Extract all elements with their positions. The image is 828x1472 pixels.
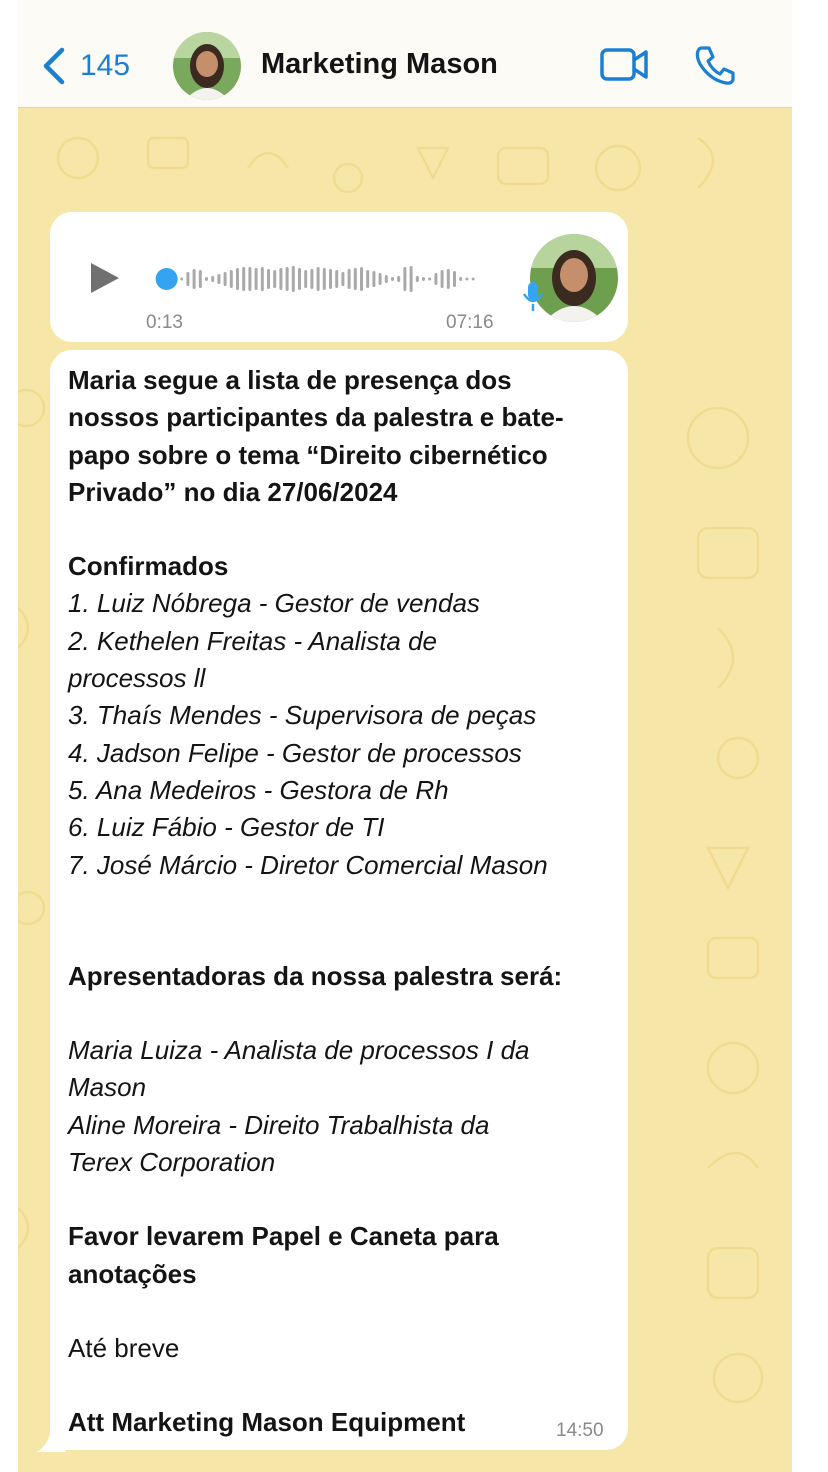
play-button[interactable] [88, 260, 122, 301]
presenters-heading: Apresentadoras da nossa palestra será: [68, 960, 563, 991]
message-timestamp: 14:50 [556, 1420, 604, 1441]
message-text: Maria segue a lista de presença dos noss… [68, 362, 616, 1442]
waveform-bar [403, 267, 407, 291]
waveform-bar [471, 277, 475, 281]
waveform-bar [372, 271, 376, 287]
waveform-bar [322, 268, 326, 290]
waveform-bar [428, 277, 432, 281]
waveform-bar [310, 269, 314, 289]
audio-waveform[interactable] [146, 262, 506, 301]
screen-margin [792, 0, 828, 1472]
waveform-bar [242, 267, 246, 291]
waveform-bar [205, 277, 208, 281]
waveform-bar [422, 277, 425, 281]
participant-line: 2. Kethelen Freitas - Analista de [68, 625, 438, 656]
waveform-bar [465, 277, 469, 281]
request-line: anotações [68, 1258, 197, 1289]
participant-line: 3. Thaís Mendes - Supervisora de peças [68, 700, 537, 731]
waveform-bar [378, 273, 382, 285]
presenter-line: Aline Moreira - Direito Trabalhista da [68, 1109, 490, 1140]
presenter-line: Maria Luiza - Analista de processos I da [68, 1035, 530, 1066]
waveform-bar [440, 270, 444, 288]
waveform-bar [180, 277, 184, 281]
waveform-bar [186, 272, 190, 286]
waveform-bar [236, 268, 239, 290]
waveform-bar [260, 267, 264, 291]
back-button[interactable]: 145 [42, 46, 130, 86]
waveform-bar [335, 270, 339, 288]
waveform-bar [409, 266, 413, 292]
microphone-icon [522, 280, 544, 319]
play-icon [91, 263, 119, 293]
elapsed-time: 0:13 [146, 312, 183, 333]
waveform-bar [298, 268, 301, 290]
waveform-bar [217, 274, 221, 284]
waveform-bar [384, 275, 388, 283]
request-line: Favor levarem Papel e Caneta para [68, 1221, 499, 1252]
waveform-bar [415, 276, 419, 282]
waveform-bar [267, 269, 270, 289]
intro-line: papo sobre o tema “Direito cibernético [68, 439, 548, 470]
unread-count: 145 [80, 49, 131, 82]
waveform-bar [279, 268, 283, 290]
waveform-bar [353, 268, 357, 290]
intro-line: Maria segue a lista de presença dos [68, 365, 512, 395]
presenter-line: Terex Corporation [68, 1147, 276, 1178]
participant-line: 6. Luiz Fábio - Gestor de TI [68, 812, 385, 843]
waveform-bar [304, 270, 308, 288]
playback-progress-indicator[interactable] [155, 268, 178, 290]
waveform-bar [347, 269, 351, 289]
waveform-bar [459, 277, 463, 281]
waveform-bar [397, 276, 401, 282]
intro-line: nossos participantes da palestra e bate- [68, 402, 564, 433]
chat-screen: 145 Marketing Mason 0:13 07:16 Maria seg… [18, 0, 792, 1472]
waveform-bar [391, 277, 394, 281]
presenter-line: Mason [68, 1072, 147, 1103]
contact-avatar[interactable] [173, 32, 241, 100]
closing-line: Até breve [68, 1332, 180, 1363]
waveform-bar [223, 272, 227, 286]
waveform-bar [341, 272, 345, 286]
signature-line: Att Marketing Mason Equipment [68, 1407, 466, 1438]
text-message-bubble[interactable]: Maria segue a lista de presença dos noss… [50, 350, 628, 1450]
waveform-bar [254, 268, 258, 290]
waveform-bar [211, 276, 215, 282]
waveform-bar [329, 269, 332, 289]
chevron-left-icon [43, 47, 65, 85]
participant-line: 7. José Márcio - Diretor Comercial Mason [68, 849, 548, 880]
contact-name[interactable]: Marketing Mason [261, 48, 498, 81]
waveform-bar [229, 270, 233, 288]
waveform-bar [453, 271, 456, 287]
video-call-button[interactable] [600, 46, 650, 89]
participant-line: 4. Jadson Felipe - Gestor de processos [68, 737, 522, 768]
waveform-bar [366, 270, 370, 288]
video-camera-icon [600, 48, 648, 81]
waveform-bar [285, 267, 289, 291]
participant-line: processos ll [68, 663, 206, 694]
waveform-bar [192, 269, 196, 289]
waveform-bar [198, 270, 202, 288]
intro-line: Privado” no dia 27/06/2024 [68, 476, 398, 507]
waveform-bar [316, 267, 320, 291]
participant-line: 1. Luiz Nóbrega - Gestor de vendas [68, 588, 480, 619]
confirmed-heading: Confirmados [68, 551, 229, 582]
waveform-bar [248, 267, 252, 291]
waveform-bar [360, 267, 363, 291]
total-duration: 07:16 [446, 312, 494, 333]
voice-message-bubble: 0:13 07:16 [50, 212, 628, 342]
waveform-bar [434, 273, 438, 285]
chat-header: 145 Marketing Mason [18, 0, 792, 108]
waveform-bar [446, 269, 450, 289]
voice-call-button[interactable] [694, 44, 736, 91]
waveform-bar [273, 270, 277, 288]
participant-line: 5. Ana Medeiros - Gestora de Rh [68, 774, 449, 805]
phone-icon [695, 46, 735, 85]
waveform-bar [291, 266, 295, 292]
